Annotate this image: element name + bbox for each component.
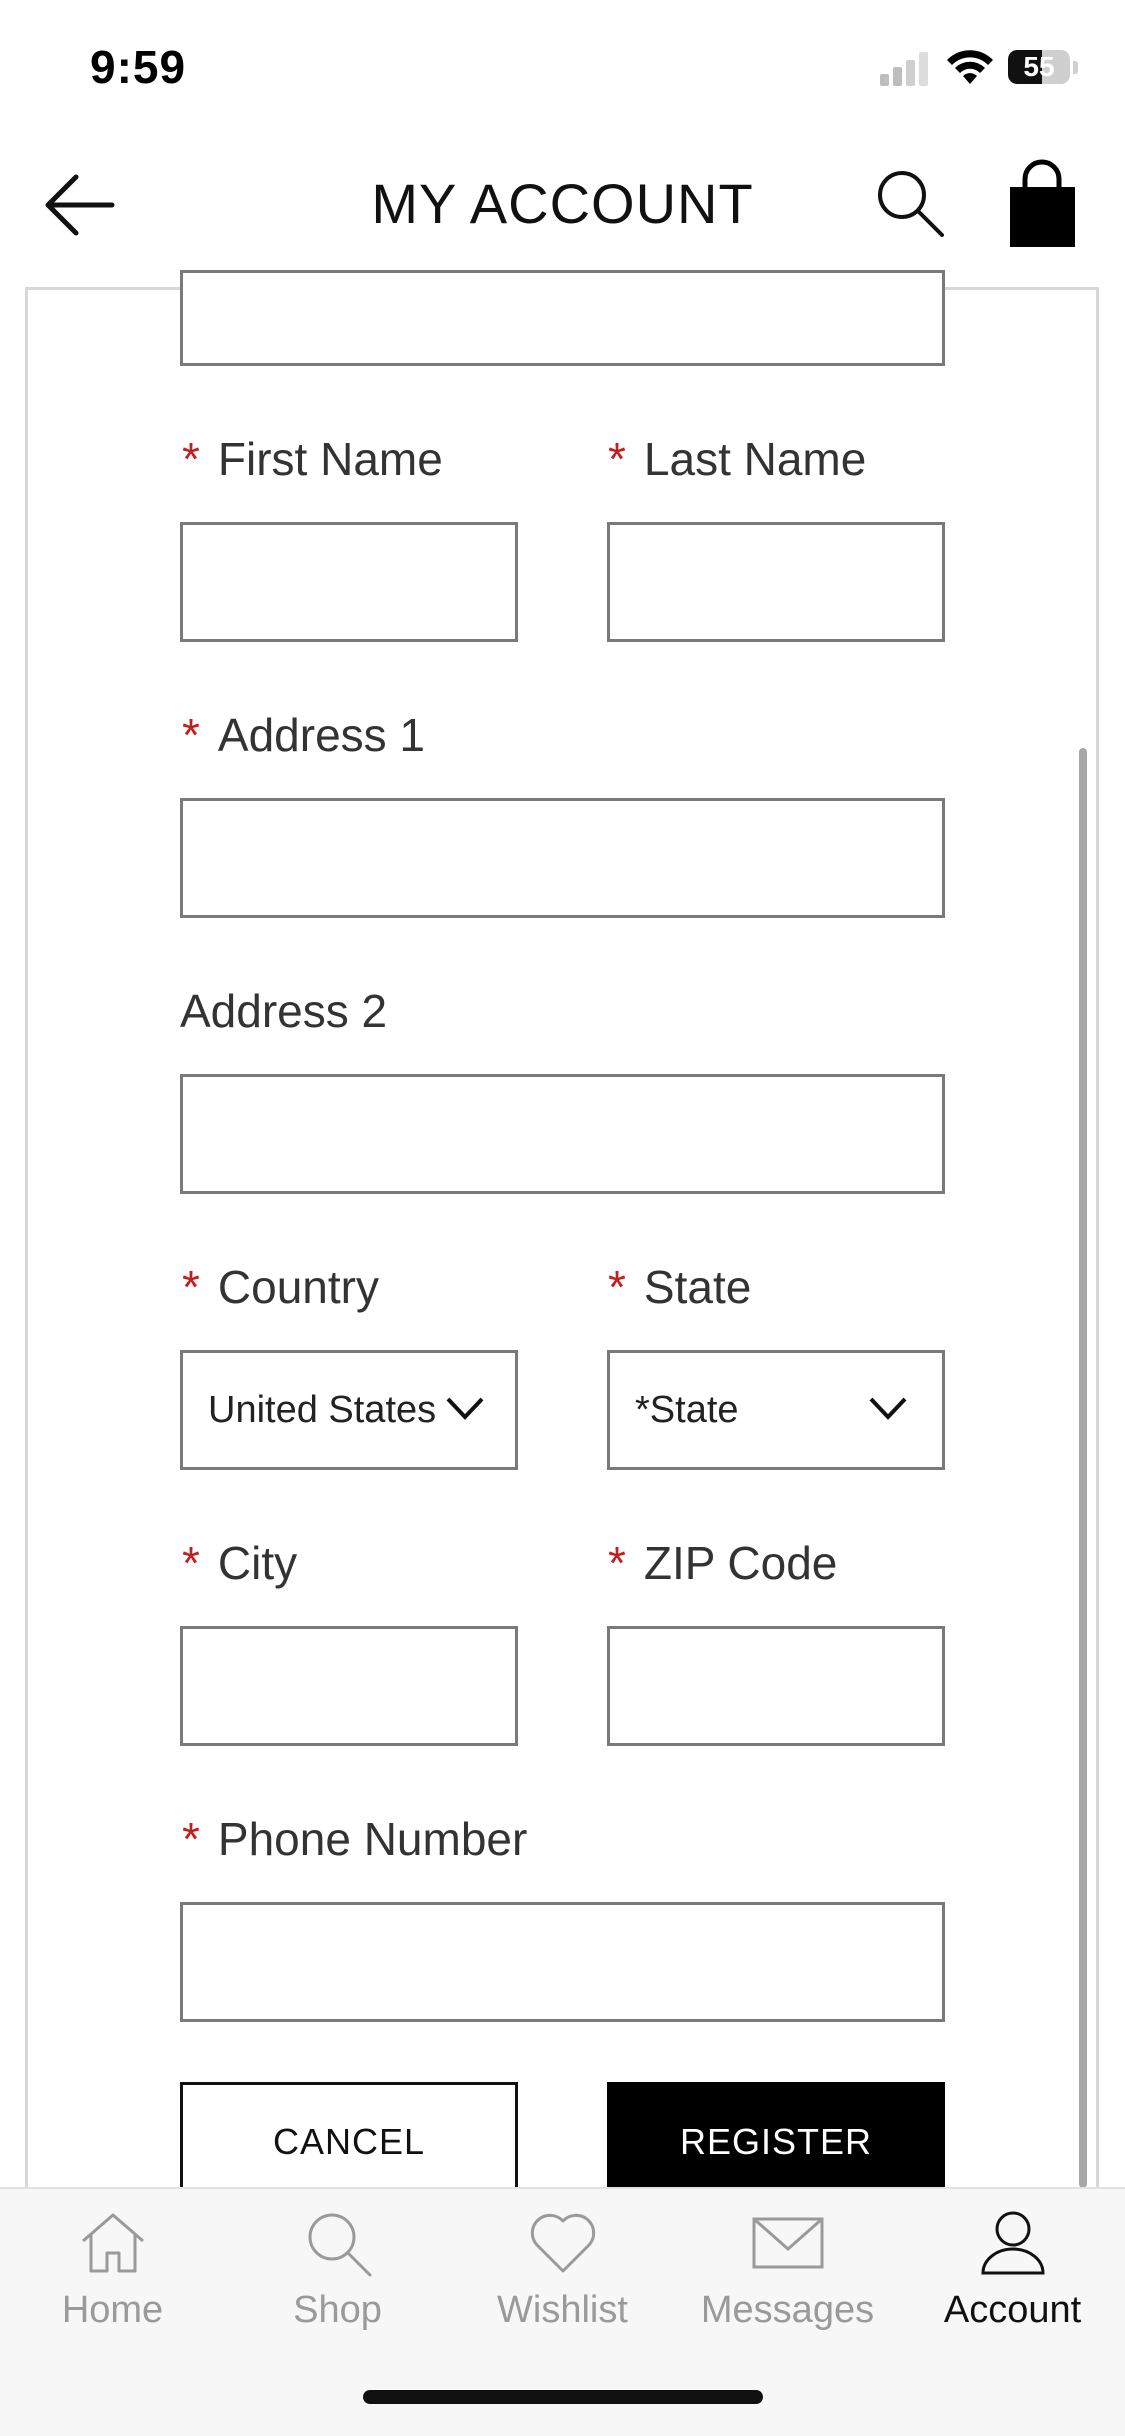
register-button[interactable]: REGISTER bbox=[607, 2082, 945, 2202]
address1-field[interactable] bbox=[180, 798, 945, 918]
address2-field[interactable] bbox=[180, 1074, 945, 1194]
tab-messages-label: Messages bbox=[700, 2289, 875, 2331]
first-name-label: * First Name bbox=[182, 433, 443, 485]
state-select[interactable]: *State bbox=[607, 1350, 945, 1470]
chevron-down-icon bbox=[446, 1397, 484, 1420]
address1-label: * Address 1 bbox=[182, 709, 426, 761]
city-field[interactable] bbox=[180, 1626, 518, 1746]
home-indicator bbox=[363, 2390, 763, 2404]
chevron-down-icon bbox=[869, 1397, 907, 1420]
first-name-field[interactable] bbox=[180, 522, 518, 642]
tab-account-label: Account bbox=[943, 2289, 1082, 2331]
last-name-field[interactable] bbox=[607, 522, 945, 642]
city-label: * City bbox=[182, 1537, 298, 1589]
tab-shop[interactable]: Shop bbox=[225, 2189, 450, 2349]
battery-icon: 55 bbox=[1008, 50, 1080, 88]
tab-messages[interactable]: Messages bbox=[675, 2189, 900, 2349]
tab-wishlist-label: Wishlist bbox=[497, 2289, 628, 2331]
address2-label: Address 2 bbox=[180, 985, 388, 1037]
screen: 9:59 55 MY ACCOUNT * First Name * Last N… bbox=[0, 0, 1125, 2436]
header: MY ACCOUNT bbox=[0, 135, 1125, 285]
page-title: MY ACCOUNT bbox=[371, 172, 754, 235]
country-select-value: United States bbox=[208, 1388, 437, 1431]
search-icon[interactable] bbox=[870, 163, 950, 243]
state-select-value: *State bbox=[635, 1388, 739, 1431]
person-icon bbox=[981, 2211, 1045, 2275]
country-select[interactable]: United States bbox=[180, 1350, 518, 1470]
tab-account[interactable]: Account bbox=[900, 2189, 1125, 2349]
wifi-icon bbox=[947, 50, 993, 84]
zip-label: * ZIP Code bbox=[608, 1537, 838, 1589]
country-label: * Country bbox=[182, 1261, 379, 1313]
tab-shop-label: Shop bbox=[293, 2289, 382, 2331]
status-time: 9:59 bbox=[90, 41, 187, 93]
email-field-partial[interactable] bbox=[180, 270, 945, 366]
cellular-signal-icon bbox=[880, 52, 928, 86]
envelope-icon bbox=[752, 2217, 824, 2269]
heart-icon bbox=[530, 2213, 596, 2273]
zip-field[interactable] bbox=[607, 1626, 945, 1746]
status-bar: 9:59 55 bbox=[0, 0, 1125, 135]
shopping-bag-icon[interactable] bbox=[1000, 157, 1085, 252]
search-icon bbox=[308, 2213, 372, 2277]
scrollbar[interactable] bbox=[1079, 748, 1087, 2188]
state-label: * State bbox=[608, 1261, 752, 1313]
battery-level: 55 bbox=[1023, 51, 1055, 82]
last-name-label: * Last Name bbox=[608, 433, 867, 485]
home-icon bbox=[82, 2213, 144, 2273]
phone-field[interactable] bbox=[180, 1902, 945, 2022]
tab-home-label: Home bbox=[61, 2289, 164, 2331]
tab-wishlist[interactable]: Wishlist bbox=[450, 2189, 675, 2349]
phone-label: * Phone Number bbox=[182, 1813, 528, 1865]
cancel-button[interactable]: CANCEL bbox=[180, 2082, 518, 2202]
tab-home[interactable]: Home bbox=[0, 2189, 225, 2349]
